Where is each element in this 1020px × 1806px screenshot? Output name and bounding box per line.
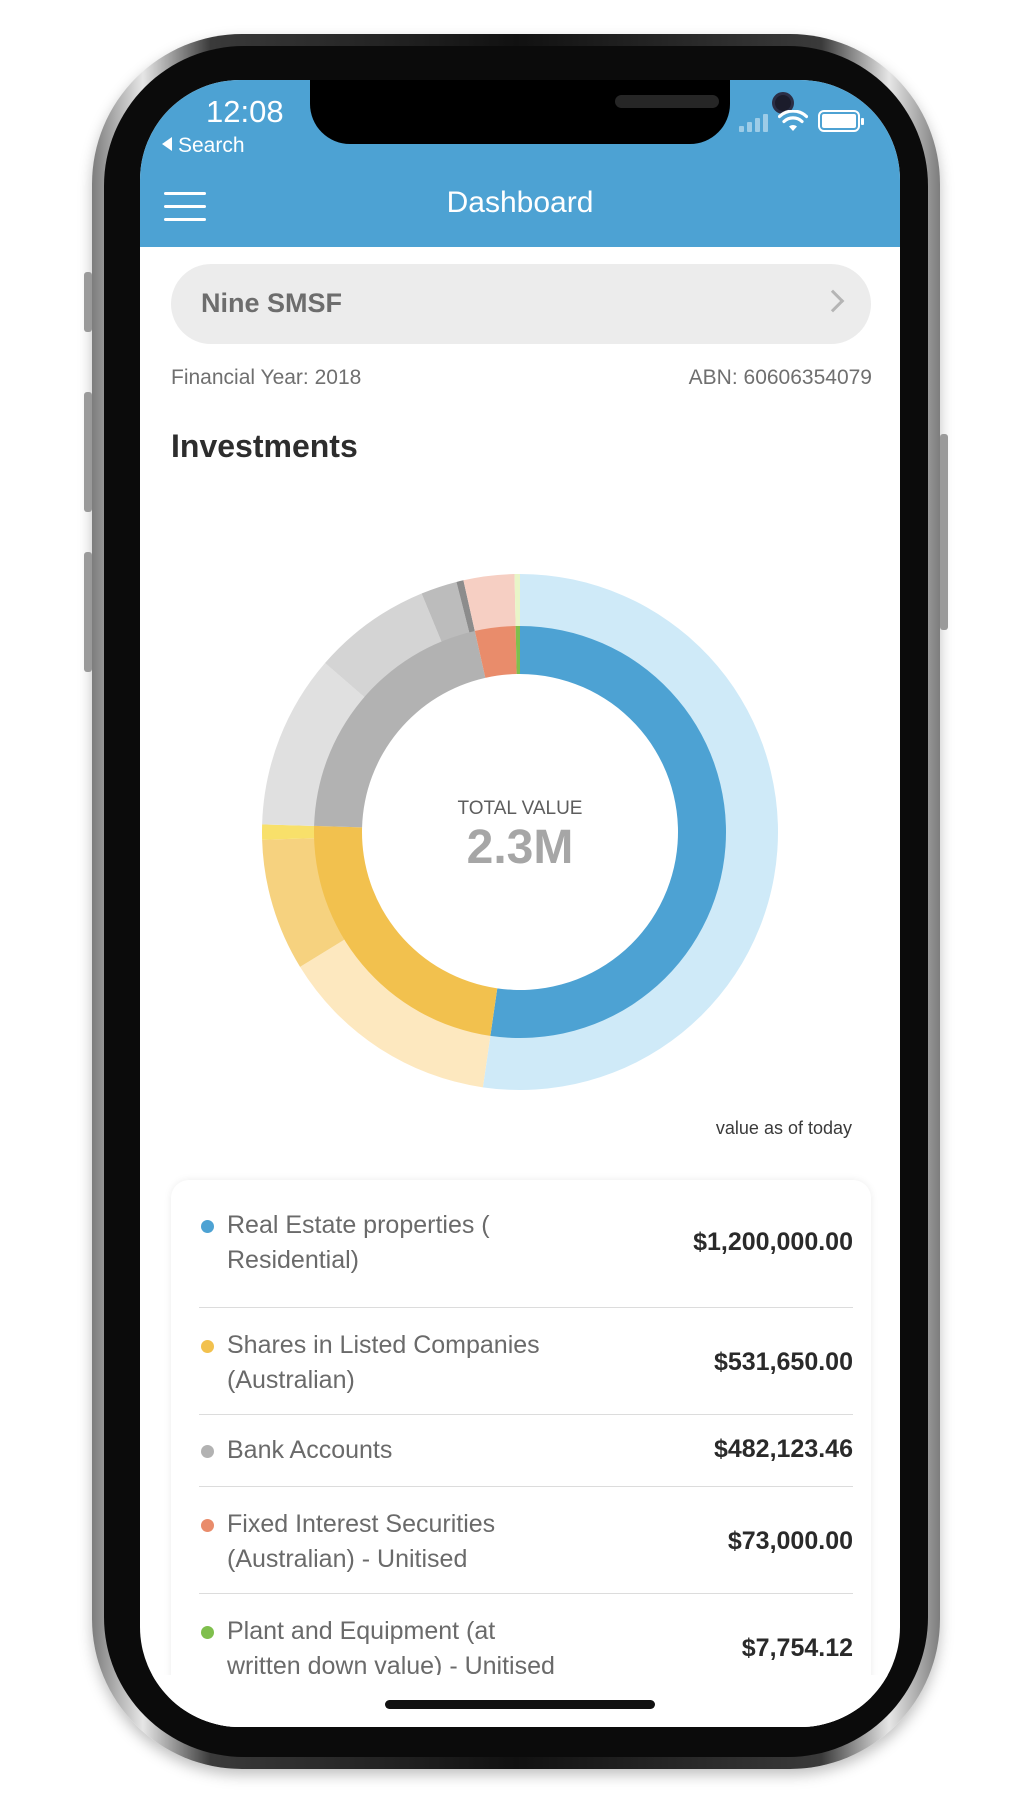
device-notch (310, 80, 794, 144)
abn-number: ABN: 60606354079 (688, 366, 872, 389)
legend-dot (201, 1445, 214, 1458)
list-item[interactable]: Bank Accounts $482,123.46 (199, 1415, 853, 1487)
status-icons (739, 110, 864, 132)
financial-year: Financial Year: 2018 (171, 366, 362, 389)
app-screen: 12:08 Search Dashboard Nine SMSF Financi… (140, 80, 900, 1727)
legend-dot (201, 1340, 214, 1353)
list-item[interactable]: Real Estate properties ( Residential) $1… (199, 1180, 853, 1308)
volume-up-button (84, 392, 92, 512)
fund-selector[interactable]: Nine SMSF (171, 264, 871, 344)
wifi-icon (778, 110, 808, 131)
investment-value: $1,200,000.00 (693, 1228, 853, 1256)
section-title-investments: Investments (171, 428, 358, 464)
fund-name: Nine SMSF (201, 288, 343, 318)
back-arrow-icon (162, 137, 172, 151)
volume-down-button (84, 552, 92, 672)
investment-value: $73,000.00 (727, 1527, 853, 1555)
legend-dot (201, 1626, 214, 1639)
page-title: Dashboard (446, 186, 594, 219)
back-to-search-link[interactable]: Search (162, 134, 245, 158)
value-as-of-note: value as of today (715, 1118, 852, 1138)
investment-label: Fixed Interest Securities (Australian) -… (227, 1510, 496, 1573)
list-item[interactable]: Fixed Interest Securities (Australian) -… (199, 1487, 853, 1594)
list-item[interactable]: Shares in Listed Companies (Australian) … (199, 1308, 853, 1415)
power-button (940, 434, 948, 630)
legend-dot (201, 1519, 214, 1532)
speaker-grille (615, 95, 719, 108)
investment-label: Plant and Equipment (at written down val… (227, 1617, 555, 1680)
investment-value: $7,754.12 (741, 1634, 853, 1662)
mute-switch (84, 272, 92, 332)
investments-list: Real Estate properties ( Residential) $1… (171, 1180, 871, 1727)
legend-dot (201, 1220, 214, 1233)
total-value-label: TOTAL VALUE (457, 798, 583, 819)
chevron-right-icon (821, 289, 845, 313)
investment-label: Shares in Listed Companies (Australian) (227, 1331, 540, 1394)
cellular-signal-icon (739, 114, 768, 132)
status-time: 12:08 (206, 94, 284, 129)
investment-value: $482,123.46 (713, 1435, 853, 1463)
home-indicator[interactable] (385, 1700, 655, 1709)
investment-label: Real Estate properties ( Residential) (227, 1211, 490, 1274)
investment-value: $531,650.00 (713, 1348, 853, 1376)
investment-label: Bank Accounts (227, 1436, 393, 1464)
battery-icon (818, 110, 864, 132)
back-label: Search (178, 134, 245, 157)
app-header: 12:08 Search Dashboard (140, 80, 900, 247)
total-value-amount: 2.3M (466, 821, 574, 874)
